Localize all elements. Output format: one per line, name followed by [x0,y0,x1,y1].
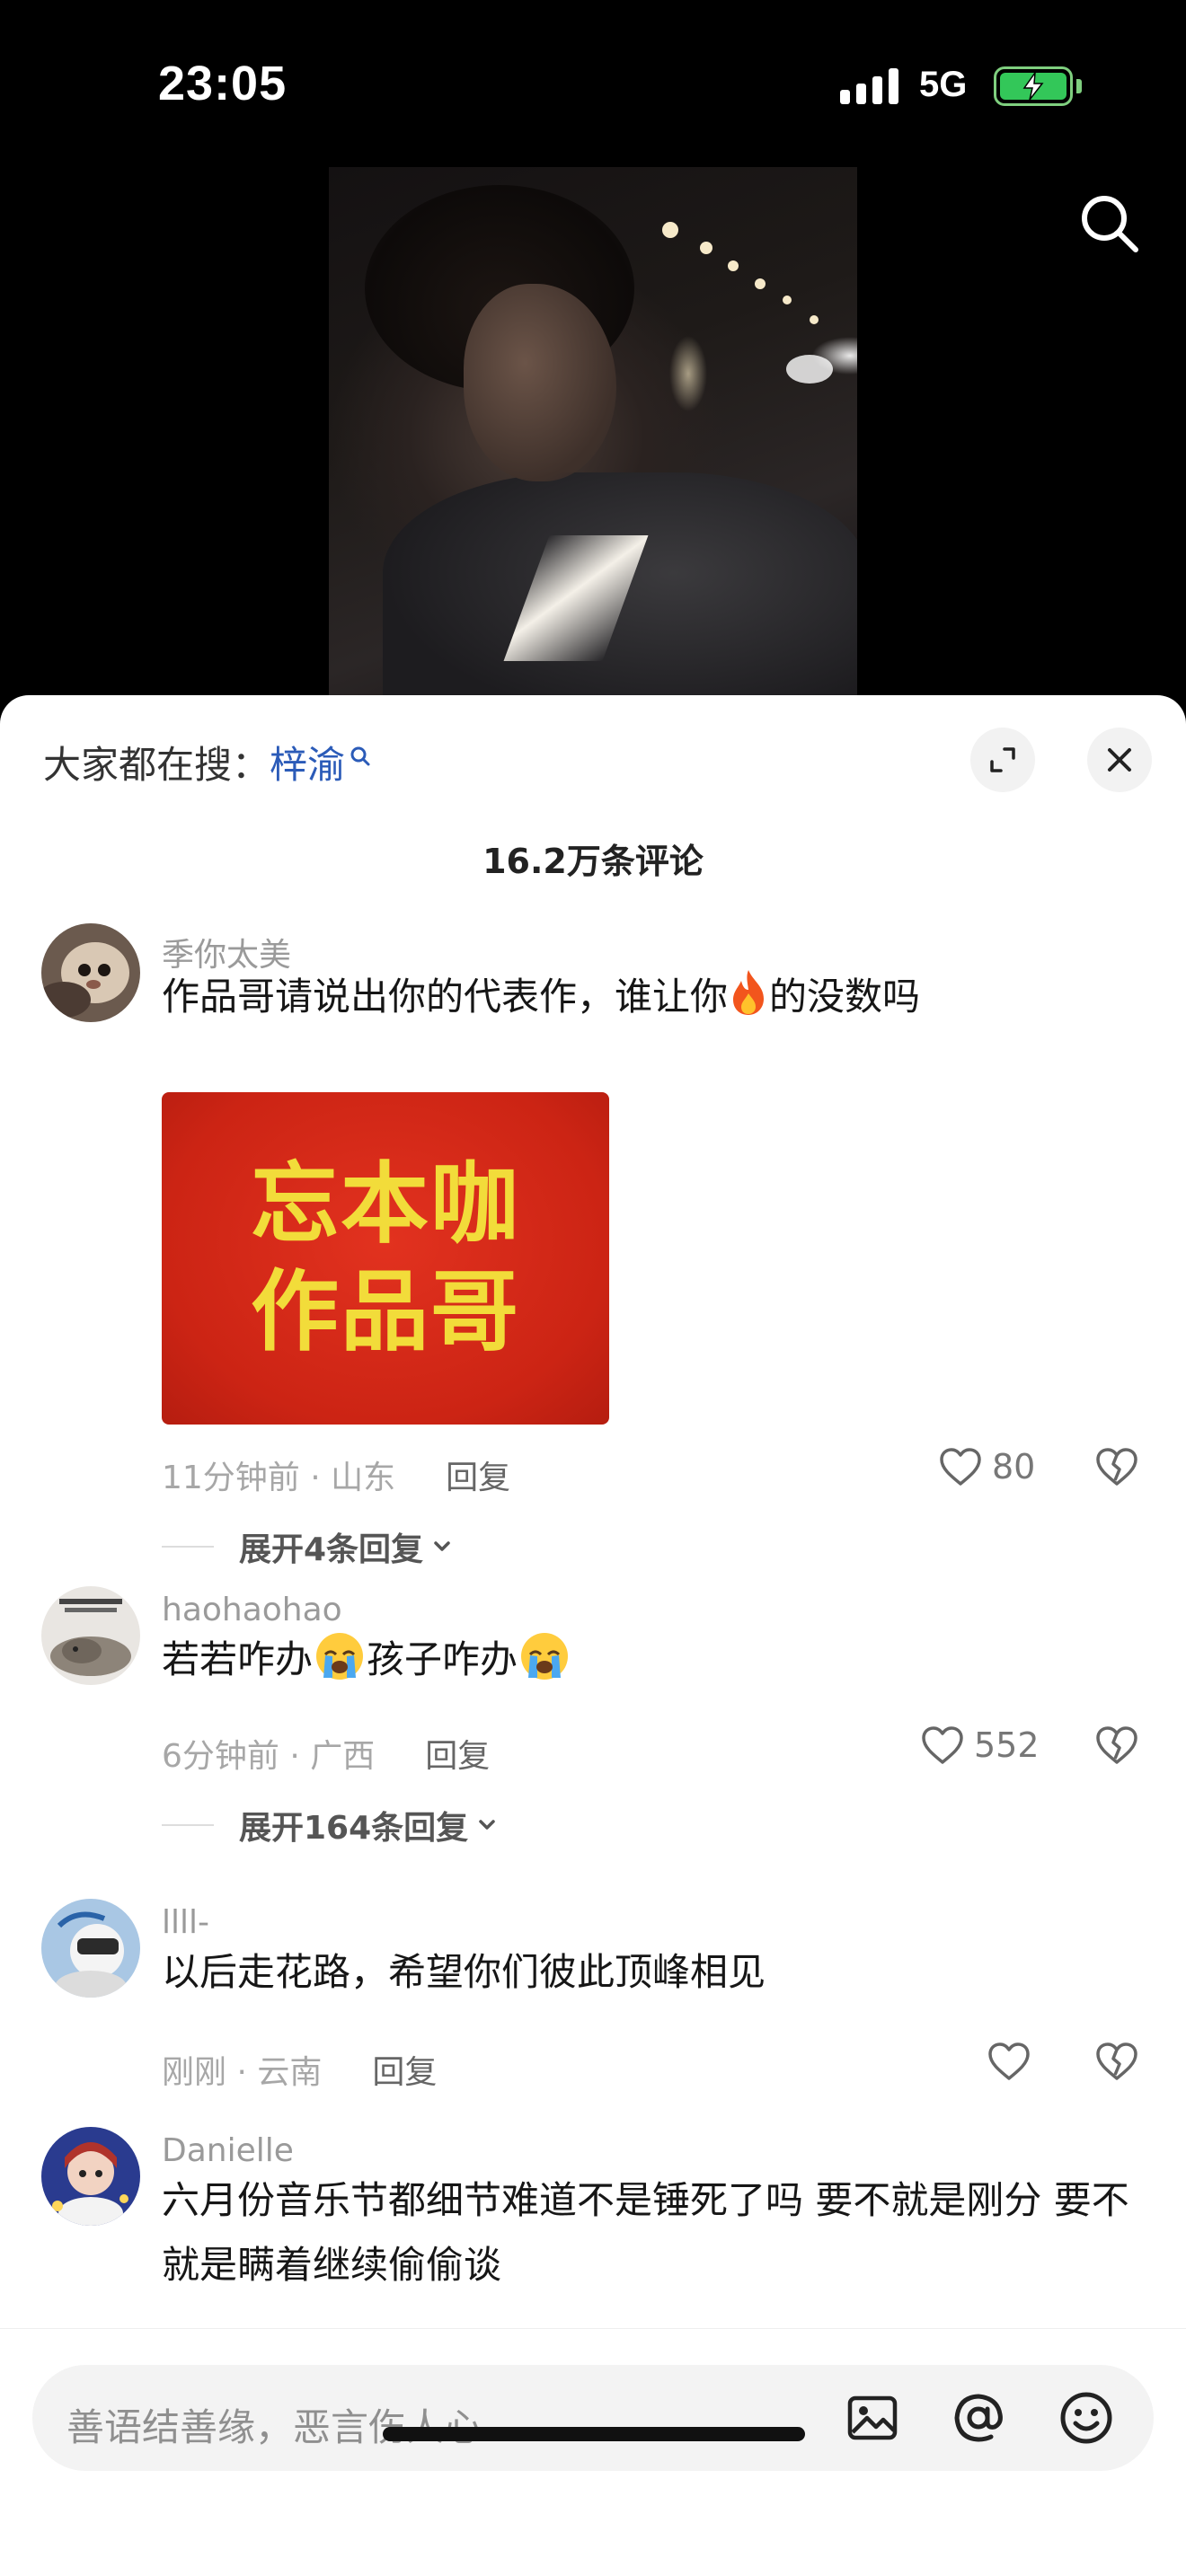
avatar[interactable] [41,1899,140,1998]
expand-replies-label: 展开4条回复 [239,1531,424,1568]
comment-text: 以后走花路，希望你们彼此顶峰相见 [162,1950,766,1994]
dislike-button[interactable] [1094,1725,1139,1769]
sticker-line: 作品哥 [250,1261,520,1363]
username[interactable]: llll- [162,1904,209,1941]
network-type: 5G [919,65,968,104]
signal-icon [840,66,898,104]
hot-search[interactable]: 大家都在搜： 梓渝 [43,735,372,790]
crying-emoji [521,1633,569,1680]
image-icon[interactable] [839,2385,906,2451]
comment-meta: 刚刚 · 云南 回复 [162,2046,437,2093]
heart-icon [988,2042,1030,2080]
chevron-down-icon [479,1820,495,1830]
time-location: 6分钟前 · 广西 [162,1738,376,1775]
reply-button[interactable]: 回复 [425,1730,490,1777]
expand-icon [990,747,1015,772]
time-location: 刚刚 · 云南 [162,2054,323,2091]
expand-replies[interactable]: 展开164条回复 [162,1802,500,1848]
heart-icon [940,1448,981,1486]
like-count: 80 [992,1447,1036,1486]
street-lights [662,222,833,384]
expand-button[interactable] [970,728,1035,792]
at-icon[interactable] [945,2385,1012,2451]
avatar[interactable] [41,1586,140,1685]
avatar[interactable] [41,923,140,1022]
hot-search-prefix: 大家都在搜： [43,743,270,787]
comment-text-part: 孩子咋办 [367,1637,518,1681]
battery-tip [1076,79,1082,93]
small-search-icon [350,746,370,765]
expand-replies-label: 展开164条回复 [239,1810,469,1847]
broken-heart-icon [1096,1448,1137,1486]
reply-button[interactable]: 回复 [372,2046,437,2093]
hot-search-keyword[interactable]: 梓渝 [270,735,345,790]
battery-icon [994,66,1073,106]
username[interactable]: Danielle [162,2132,294,2169]
sticker-image[interactable]: 忘本咖 作品哥 [162,1092,609,1425]
comment-text-part: 的没数吗 [769,975,921,1019]
heart-icon [922,1726,963,1764]
status-time: 23:05 [158,57,288,110]
close-button[interactable] [1087,728,1152,792]
home-indicator[interactable] [383,2427,805,2441]
crying-emoji [316,1633,364,1680]
fire-emoji [733,970,765,1015]
emoji-icon[interactable] [1053,2385,1120,2451]
comment-input[interactable]: 善语结善缘，恶言伤人心 [32,2365,1154,2471]
dislike-button[interactable] [1094,1446,1139,1491]
broken-heart-icon [1096,2042,1137,2080]
username[interactable]: haohaohao [162,1592,342,1628]
dislike-button[interactable] [1094,2041,1139,2086]
comment-meta: 6分钟前 · 广西 回复 [162,1730,490,1777]
expand-replies[interactable]: 展开4条回复 [162,1523,456,1570]
comment-input-bar: 善语结善缘，恶言伤人心 [0,2328,1186,2576]
comments-sheet: 大家都在搜： 梓渝 16.2万条评论 季你太美 作品哥请说出你的代表作，谁让你的… [0,695,1186,2576]
like-count: 552 [974,1725,1040,1765]
time-location: 11分钟前 · 山东 [162,1460,396,1496]
sticker-line: 忘本咖 [250,1153,520,1256]
comment-text-part: 若若咋办 [162,1637,314,1681]
search-icon[interactable] [1076,190,1143,257]
like-button[interactable]: 80 [938,1446,1035,1487]
chevron-down-icon [434,1541,450,1551]
broken-heart-icon [1096,1726,1137,1764]
like-button[interactable] [987,2041,1031,2082]
comment-count: 16.2万条评论 [482,842,704,881]
comment-text: 作品哥请说出你的代表作，谁让你 的没数吗 [162,965,1150,1029]
comment-input-placeholder: 善语结善缘，恶言伤人心 [66,2405,482,2449]
comment-meta: 11分钟前 · 山东 回复 [162,1451,510,1498]
avatar[interactable] [41,2127,140,2226]
comment-text-part: 作品哥请说出你的代表作，谁让你 [162,975,729,1019]
comment-text: 若若咋办 孩子咋办 [162,1628,1150,1692]
comment-text: 六月份音乐节都细节难道不是锤死了吗 要不就是刚分 要不就是瞒着继续偷偷谈 [162,2178,1129,2287]
close-icon [1108,748,1131,772]
reply-button[interactable]: 回复 [446,1451,510,1498]
video-player[interactable] [329,167,857,697]
like-button[interactable]: 552 [920,1725,1040,1766]
